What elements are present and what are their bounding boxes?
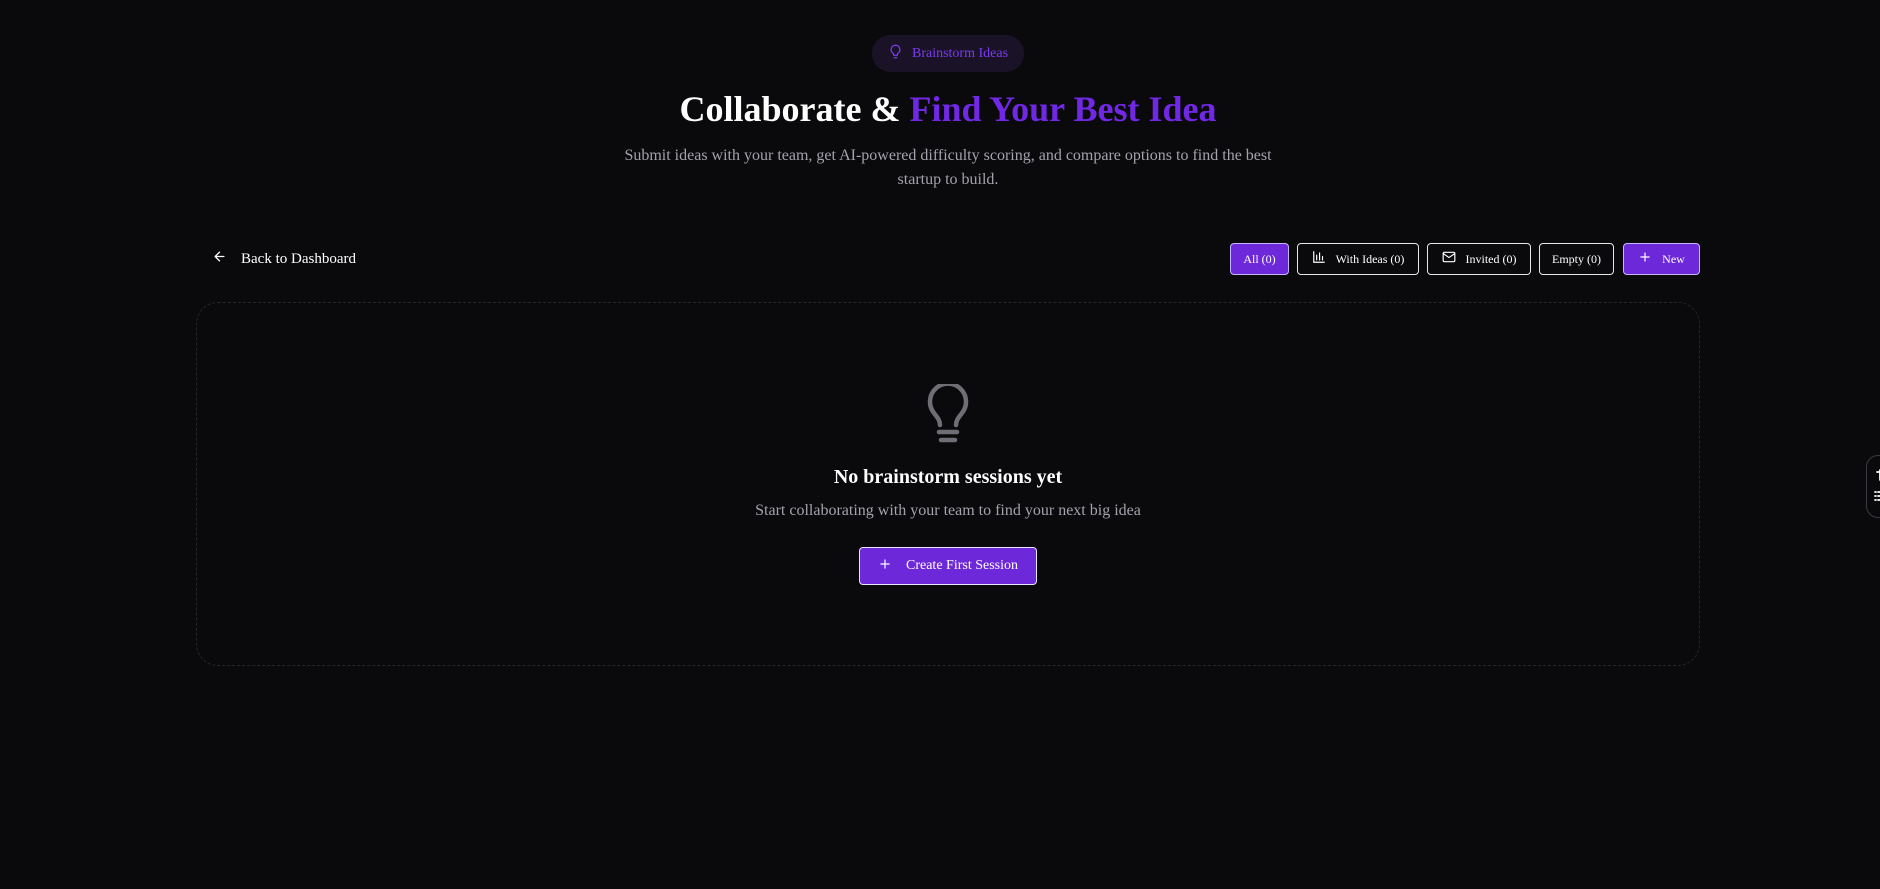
- empty-state-text: Start collaborating with your team to fi…: [755, 502, 1141, 519]
- mail-icon: [1442, 250, 1456, 268]
- back-to-dashboard-link[interactable]: Back to Dashboard: [212, 247, 356, 271]
- filter-with-ideas-button[interactable]: With Ideas (0): [1297, 243, 1419, 275]
- back-link-label: Back to Dashboard: [241, 250, 356, 267]
- bar-chart-icon: [1312, 250, 1326, 268]
- filter-with-ideas-label: With Ideas (0): [1335, 251, 1405, 266]
- filter-all-button[interactable]: All (0): [1230, 243, 1289, 275]
- brainstorm-badge: Brainstorm Ideas: [872, 35, 1024, 72]
- page-title: Collaborate & Find Your Best Idea: [0, 84, 1880, 134]
- filter-invited-label: Invited (0): [1465, 251, 1517, 266]
- new-button-label: New: [1662, 251, 1685, 266]
- arrow-left-icon: [212, 249, 227, 269]
- page-subtitle: Submit ideas with your team, get AI-powe…: [624, 147, 1272, 188]
- side-panel-toggle[interactable]: [1866, 455, 1880, 518]
- lightbulb-icon: [888, 44, 903, 64]
- create-button-label: Create First Session: [906, 558, 1018, 573]
- empty-state-title: No brainstorm sessions yet: [833, 466, 1063, 488]
- badge-label: Brainstorm Ideas: [911, 45, 1009, 61]
- create-first-session-button[interactable]: Create First Session: [859, 547, 1037, 585]
- filter-empty-button[interactable]: Empty (0): [1539, 243, 1614, 275]
- brainstorm-page: Brainstorm Ideas Collaborate & Find Your…: [0, 0, 1880, 889]
- filter-empty-label: Empty (0): [1552, 251, 1601, 266]
- title-accent: Find Your Best Idea: [909, 89, 1217, 129]
- empty-state-lightbulb-icon: [926, 381, 970, 446]
- plus-icon: [878, 557, 892, 576]
- new-session-button[interactable]: New: [1623, 243, 1700, 275]
- filter-all-label: All (0): [1243, 251, 1276, 266]
- filter-invited-button[interactable]: Invited (0): [1427, 243, 1531, 275]
- plus-icon: [1638, 250, 1652, 268]
- title-main: Collaborate &: [679, 89, 910, 129]
